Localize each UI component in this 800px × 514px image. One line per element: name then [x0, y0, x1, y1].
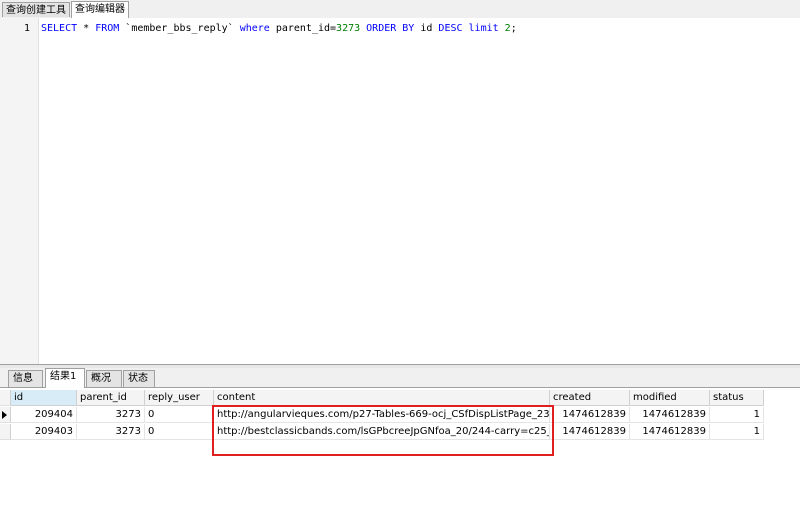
sql-semicolon: ; [510, 23, 517, 34]
result-tab-bar: 信息 结果1 概况 状态 [0, 368, 800, 388]
tab-result1[interactable]: 结果1 [45, 368, 85, 388]
sql-keyword-limit: limit [462, 23, 505, 34]
line-number: 1 [23, 23, 30, 34]
column-header-content[interactable]: content [214, 390, 550, 406]
editor-tab-bar: 查询创建工具 查询编辑器 [0, 0, 800, 19]
sql-code-line[interactable]: SELECT * FROM `member_bbs_reply` where p… [41, 23, 517, 34]
table-cell-parent-id[interactable]: 3273 [77, 407, 145, 423]
sql-keyword-order-by: ORDER BY [360, 23, 415, 34]
row-indicator[interactable] [0, 407, 11, 423]
table-cell-status[interactable]: 1 [710, 424, 764, 440]
column-header-id[interactable]: id [11, 390, 77, 406]
tab-overview[interactable]: 概况 [86, 370, 122, 387]
sql-keyword-where: where [239, 23, 270, 34]
tab-info[interactable]: 信息 [8, 370, 43, 387]
tab-query-builder[interactable]: 查询创建工具 [2, 2, 70, 17]
row-indicator[interactable] [0, 424, 11, 440]
sql-keyword-desc: DESC [438, 23, 463, 34]
table-cell-modified[interactable]: 1474612839 [630, 407, 710, 423]
current-row-arrow-icon [2, 411, 7, 419]
result-grid[interactable]: id parent_id reply_user content created … [0, 388, 800, 514]
tab-status[interactable]: 状态 [123, 370, 155, 387]
table-cell-reply-user[interactable]: 0 [145, 407, 214, 423]
table-cell-created[interactable]: 1474612839 [550, 424, 630, 440]
table-cell-reply-user[interactable]: 0 [145, 424, 214, 440]
line-gutter: 1 [0, 18, 39, 364]
sql-table-name: `member_bbs_reply` [119, 23, 240, 34]
column-header-status[interactable]: status [710, 390, 764, 406]
header-corner [0, 390, 11, 406]
sql-keyword-select: SELECT [41, 23, 78, 34]
table-cell-content[interactable]: http://bestclassicbands.com/lsGPbcreeJpG… [214, 424, 550, 440]
table-cell-status[interactable]: 1 [710, 407, 764, 423]
table-cell-content[interactable]: http://angularvieques.com/p27-Tables-669… [214, 407, 550, 423]
tab-query-editor[interactable]: 查询编辑器 [71, 1, 129, 19]
sql-order-column: id [414, 23, 439, 34]
table-cell-modified[interactable]: 1474612839 [630, 424, 710, 440]
sql-id-value: 3273 [336, 23, 361, 34]
sql-editor[interactable]: 1 SELECT * FROM `member_bbs_reply` where… [0, 18, 800, 365]
column-header-modified[interactable]: modified [630, 390, 710, 406]
table-cell-id[interactable]: 209403 [11, 424, 77, 440]
table-cell-parent-id[interactable]: 3273 [77, 424, 145, 440]
table-cell-id[interactable]: 209404 [11, 407, 77, 423]
column-header-created[interactable]: created [550, 390, 630, 406]
column-header-parent-id[interactable]: parent_id [77, 390, 145, 406]
sql-keyword-from: FROM [95, 23, 120, 34]
table-cell-created[interactable]: 1474612839 [550, 407, 630, 423]
sql-star: * [77, 23, 96, 34]
column-header-reply-user[interactable]: reply_user [145, 390, 214, 406]
sql-condition: parent_id= [269, 23, 337, 34]
